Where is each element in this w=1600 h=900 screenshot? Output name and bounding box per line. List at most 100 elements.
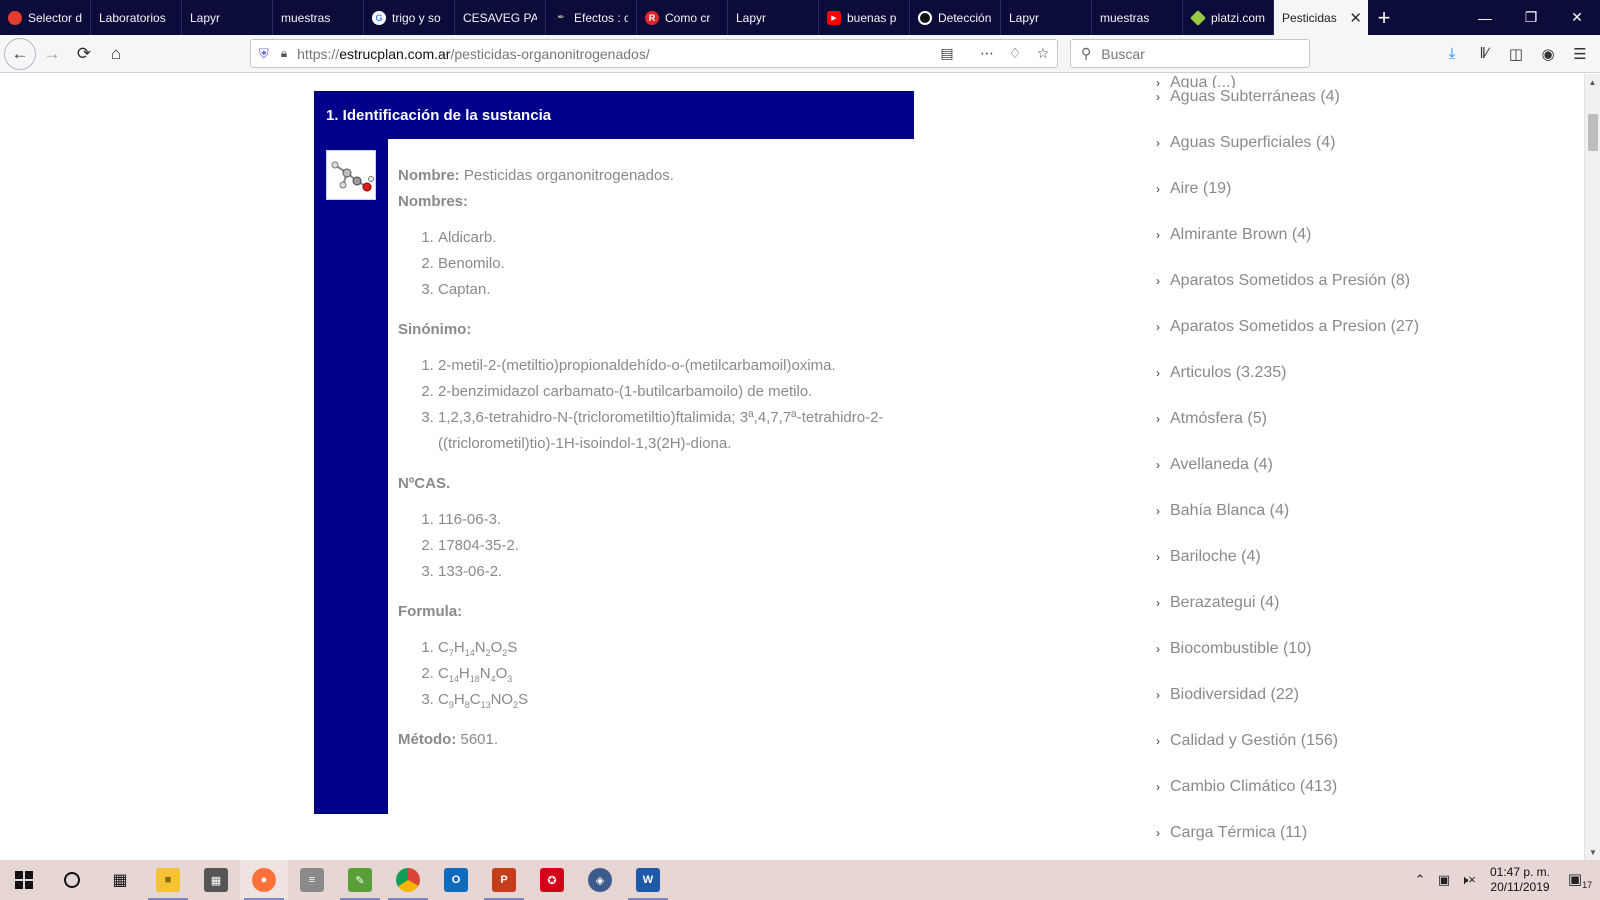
start-button[interactable]: [0, 860, 48, 900]
scroll-up-icon[interactable]: ▲: [1585, 74, 1600, 90]
chevron-right-icon: ›: [1156, 780, 1160, 794]
browser-tab[interactable]: Detección: [910, 0, 1001, 35]
acrobat-button[interactable]: ✪: [528, 860, 576, 900]
network-app-button[interactable]: ≡: [288, 860, 336, 900]
charts-app-button[interactable]: ✎: [336, 860, 384, 900]
scroll-down-icon[interactable]: ▼: [1585, 844, 1600, 860]
category-link[interactable]: › Biodiversidad (22): [1156, 686, 1576, 732]
task-view-button[interactable]: ▦: [96, 860, 144, 900]
reader-view-icon[interactable]: ▤: [933, 45, 961, 62]
category-link[interactable]: › Aparatos Sometidos a Presión (8): [1156, 272, 1576, 318]
firefox-button[interactable]: ●: [240, 860, 288, 900]
pocket-icon[interactable]: ♢: [1001, 45, 1029, 62]
formula-symbol: H: [453, 691, 465, 708]
browser-tab[interactable]: Laboratorios: [91, 0, 182, 35]
close-window-button[interactable]: ✕: [1554, 0, 1600, 35]
category-link[interactable]: › Avellaneda (4): [1156, 456, 1576, 502]
chrome-button[interactable]: [384, 860, 432, 900]
network-icon[interactable]: ▣: [1432, 872, 1456, 888]
browser-tab[interactable]: platzi.com: [1183, 0, 1274, 35]
toolbar-right: ⤓ ‖∕ ◫ ◉ ☰: [1436, 39, 1596, 68]
category-link[interactable]: › Bahía Blanca (4): [1156, 502, 1576, 548]
back-button[interactable]: ←: [4, 37, 36, 70]
download-icon[interactable]: ⤓: [1436, 39, 1468, 68]
browser-tab[interactable]: muestras: [1092, 0, 1183, 35]
clock[interactable]: 01:47 p. m. 20/11/2019: [1480, 865, 1560, 895]
category-link[interactable]: › Aguas Superficiales (4): [1156, 134, 1576, 180]
browser-tab[interactable]: CESAVEG PAR: [455, 0, 546, 35]
file-explorer-button[interactable]: ■: [144, 860, 192, 900]
browser-tab[interactable]: R Como cr: [637, 0, 728, 35]
formula-subscript: 14: [448, 674, 459, 684]
powerpoint-button[interactable]: P: [480, 860, 528, 900]
minimize-button[interactable]: —: [1462, 0, 1508, 35]
molecule-image[interactable]: [326, 150, 376, 200]
calculator-button[interactable]: ▦: [192, 860, 240, 900]
browser-tab[interactable]: Lapyr: [728, 0, 819, 35]
category-label: Aire (19): [1170, 180, 1232, 197]
category-link[interactable]: › Biocombustible (10): [1156, 640, 1576, 686]
nombre-label: Nombre:: [398, 167, 460, 184]
category-link[interactable]: › Atmósfera (5): [1156, 410, 1576, 456]
more-actions-icon[interactable]: ⋯: [973, 45, 1001, 62]
sidebar-icon[interactable]: ◫: [1500, 39, 1532, 68]
globe-app-button[interactable]: ◈: [576, 860, 624, 900]
bookmark-star-icon[interactable]: ☆: [1029, 45, 1057, 62]
formula-subscript: 18: [469, 674, 480, 684]
category-label: Atmósfera (5): [1170, 410, 1267, 427]
browser-tab[interactable]: ▶ buenas p: [819, 0, 910, 35]
url-text[interactable]: https://estrucplan.com.ar/pesticidas-org…: [297, 46, 650, 62]
category-link[interactable]: › Aguas Subterráneas (4): [1156, 88, 1576, 134]
chevron-right-icon: ›: [1156, 366, 1160, 380]
menu-icon[interactable]: ☰: [1564, 39, 1596, 68]
search-taskbar-button[interactable]: [48, 860, 96, 900]
formula-item: C9H8C13NO2S: [438, 687, 904, 713]
restore-button[interactable]: ❐: [1508, 0, 1554, 35]
category-link[interactable]: › Articulos (3.235): [1156, 364, 1576, 410]
category-link[interactable]: › Bariloche (4): [1156, 548, 1576, 594]
category-link[interactable]: › Cambio Climático (413): [1156, 778, 1576, 824]
lock-icon[interactable]: 🔒︎: [281, 46, 287, 61]
chevron-up-icon[interactable]: ⌃: [1408, 872, 1432, 888]
nombre-item: Captan.: [438, 277, 904, 303]
page-scrollbar[interactable]: ▲ ▼: [1584, 74, 1600, 860]
category-link[interactable]: › Berazategui (4): [1156, 594, 1576, 640]
browser-tab[interactable]: ✒ Efectos : c: [546, 0, 637, 35]
volume-muted-icon[interactable]: 🕨︎×: [1456, 872, 1480, 888]
category-link[interactable]: › Aparatos Sometidos a Presion (27): [1156, 318, 1576, 364]
browser-tab[interactable]: muestras: [273, 0, 364, 35]
browser-tab[interactable]: Gtrigo y so: [364, 0, 455, 35]
chevron-right-icon: ›: [1156, 76, 1160, 88]
forward-button[interactable]: →: [36, 38, 68, 70]
account-icon[interactable]: ◉: [1532, 39, 1564, 68]
category-link[interactable]: › Agua (...): [1156, 74, 1576, 88]
formula-symbol: H: [453, 639, 465, 656]
metodo-value: 5601.: [456, 731, 499, 748]
search-input[interactable]: ⚲ Buscar: [1070, 39, 1310, 68]
browser-tab[interactable]: Lapyr: [182, 0, 273, 35]
close-tab-icon[interactable]: ✕: [1349, 9, 1362, 27]
home-button[interactable]: ⌂: [100, 38, 132, 70]
word-button[interactable]: W: [624, 860, 672, 900]
category-link[interactable]: › Carga Térmica (11): [1156, 824, 1576, 860]
library-icon[interactable]: ‖∕: [1468, 39, 1500, 68]
browser-tab[interactable]: Pesticidas ✕: [1274, 0, 1368, 35]
category-link[interactable]: › Aire (19): [1156, 180, 1576, 226]
browser-tab[interactable]: Selector d: [0, 0, 91, 35]
outlook-icon: O: [444, 868, 468, 892]
scroll-thumb[interactable]: [1588, 114, 1598, 151]
reload-button[interactable]: ⟳: [68, 38, 100, 70]
category-link[interactable]: › Almirante Brown (4): [1156, 226, 1576, 272]
shield-icon[interactable]: ⛨: [259, 46, 269, 62]
tab-label: buenas p: [847, 10, 897, 25]
powerpoint-icon: P: [492, 868, 516, 892]
outlook-button[interactable]: O: [432, 860, 480, 900]
new-tab-button[interactable]: +: [1368, 0, 1400, 35]
category-link[interactable]: › Calidad y Gestión (156): [1156, 732, 1576, 778]
browser-tab[interactable]: Lapyr: [1001, 0, 1092, 35]
chevron-right-icon: ›: [1156, 734, 1160, 748]
folder-icon: ■: [156, 868, 180, 892]
url-bar[interactable]: ⛨ 🔒︎ https://estrucplan.com.ar/pesticida…: [250, 39, 1058, 68]
notification-center-button[interactable]: ▣17: [1560, 870, 1600, 890]
chevron-right-icon: ›: [1156, 688, 1160, 702]
